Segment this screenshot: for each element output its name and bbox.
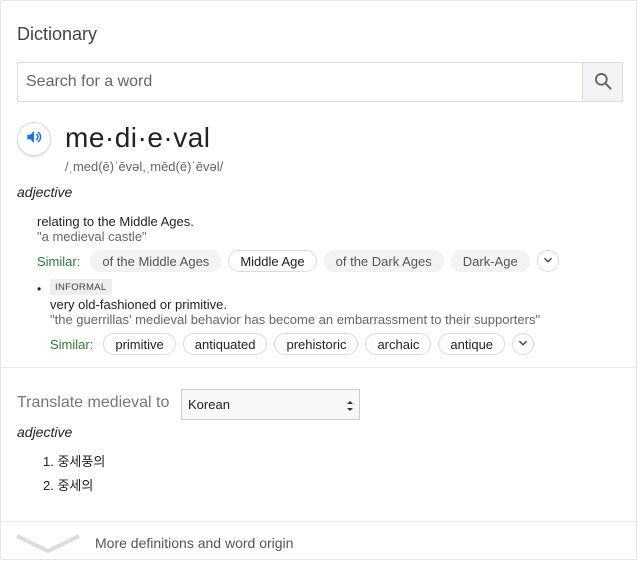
similar-words-row: Similar: of the Middle Ages Middle Age o… <box>37 249 559 273</box>
more-definitions-label: More definitions and word origin <box>95 535 294 551</box>
headword: me·di·e·val <box>65 122 211 153</box>
translate-label: Translate medieval to <box>17 394 170 411</box>
more-definitions-button[interactable]: More definitions and word origin <box>1 522 638 561</box>
section-divider <box>1 367 638 368</box>
sense-bullet: • <box>37 282 42 296</box>
part-of-speech: adjective <box>17 184 73 200</box>
similar-words-row: Similar: primitive antiquated prehistori… <box>50 332 535 356</box>
similar-label: Similar: <box>50 336 94 352</box>
definition: relating to the Middle Ages. <box>37 214 194 229</box>
speaker-icon <box>25 128 43 151</box>
search-input[interactable] <box>18 63 582 101</box>
card-title: Dictionary <box>17 24 98 44</box>
similar-chip[interactable]: primitive <box>103 333 176 355</box>
translation-item: 2. 중세의 <box>43 478 94 493</box>
pronounce-button[interactable] <box>17 122 51 156</box>
expand-similar-button[interactable] <box>512 333 535 355</box>
similar-chip[interactable]: antique <box>438 333 506 355</box>
similar-chip[interactable]: prehistoric <box>274 333 359 355</box>
select-arrows-icon <box>346 399 354 413</box>
example-sentence: "a medieval castle" <box>37 229 147 244</box>
phonetic-spelling: /ˌmed(ē)ˈēvəl,ˌmēd(ē)ˈēvəl/ <box>65 159 224 174</box>
similar-chip[interactable]: antiquated <box>182 333 268 355</box>
similar-chip[interactable]: of the Dark Ages <box>323 250 444 272</box>
dictionary-card: Dictionary me·di·e·val /ˌmed(ē)ˈēvəl,ˌmē… <box>0 0 638 561</box>
search-button[interactable] <box>582 63 622 101</box>
similar-chip[interactable]: of the Middle Ages <box>90 250 222 272</box>
register-badge: INFORMAL <box>50 279 112 295</box>
definition: very old-fashioned or primitive. <box>50 297 228 312</box>
similar-chip[interactable]: archaic <box>365 333 432 355</box>
example-sentence: "the guerrillas' medieval behavior has b… <box>50 312 541 327</box>
chevron-down-icon <box>543 252 553 270</box>
similar-chip[interactable]: Dark-Age <box>450 250 530 272</box>
search-icon <box>593 71 613 94</box>
expand-similar-button[interactable] <box>536 250 559 272</box>
similar-chip[interactable]: Middle Age <box>228 250 317 272</box>
translation-item: 1. 중세풍의 <box>43 454 106 469</box>
translation-part-of-speech: adjective <box>17 424 73 440</box>
search-box <box>17 62 623 102</box>
language-select-value: Korean <box>188 397 230 412</box>
similar-label: Similar: <box>37 253 81 269</box>
chevron-down-icon <box>15 532 81 559</box>
chevron-down-icon <box>518 335 528 353</box>
language-select[interactable]: Korean <box>181 389 360 420</box>
